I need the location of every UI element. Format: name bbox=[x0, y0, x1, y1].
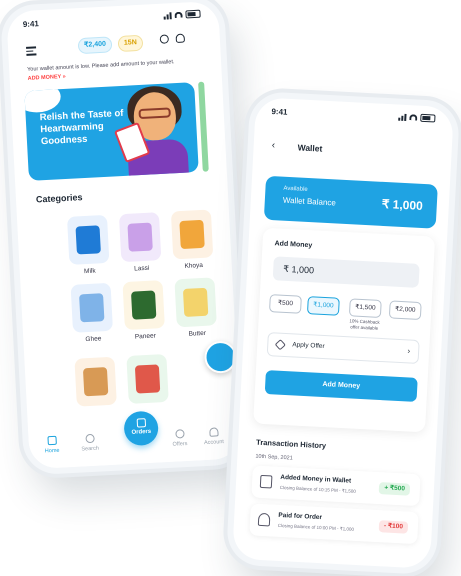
category-label: Khoya bbox=[184, 261, 204, 270]
bottom-navigation: Home Search Orders Offers Account bbox=[27, 410, 242, 470]
category-label: Milk bbox=[83, 267, 96, 276]
wallet-balance-pill[interactable]: ₹2,400 bbox=[77, 36, 113, 55]
order-user-icon bbox=[257, 512, 271, 527]
amount-chip-1000[interactable]: ₹1,000 bbox=[306, 296, 340, 316]
category-label: Lassi bbox=[134, 264, 150, 273]
nav-orders-label: Orders bbox=[131, 428, 152, 436]
signal-icon bbox=[398, 113, 407, 121]
ghee-product-image bbox=[79, 293, 105, 323]
category-ghee[interactable] bbox=[70, 282, 113, 333]
milk-product-image bbox=[75, 225, 101, 255]
amount-input[interactable]: ₹ 1,000 bbox=[272, 256, 420, 288]
status-bar: 9:41 bbox=[6, 1, 219, 34]
status-bar: 9:41 bbox=[255, 97, 454, 129]
offer-tag-icon bbox=[274, 339, 286, 351]
transaction-item[interactable]: Paid for Order Closing Balance of 10:00 … bbox=[249, 503, 419, 545]
wallet-balance-card: Available Wallet Balance ₹ 1,000 bbox=[263, 175, 438, 229]
wallet-add-icon bbox=[259, 474, 273, 489]
balance-amount: ₹ 1,000 bbox=[381, 196, 424, 213]
status-icons bbox=[398, 113, 436, 123]
wifi-icon bbox=[174, 11, 183, 19]
wallet-phone: 9:41 ‹ Wallet Available Wallet Balance ₹… bbox=[225, 90, 461, 576]
status-time: 9:41 bbox=[22, 19, 40, 29]
category-butter[interactable] bbox=[174, 277, 217, 328]
amount-chip-2000[interactable]: ₹2,000 bbox=[388, 300, 422, 321]
category-paneer[interactable] bbox=[122, 280, 165, 331]
transaction-title: Paid for Order bbox=[278, 511, 323, 522]
transaction-amount: + ₹500 bbox=[379, 482, 411, 496]
khoya-product-image bbox=[179, 219, 205, 250]
nav-search[interactable]: Search bbox=[74, 433, 105, 453]
paneer-product-image bbox=[130, 290, 157, 320]
category-label: Ghee bbox=[85, 335, 102, 344]
category-label: Paneer bbox=[134, 332, 156, 341]
page-title: Wallet bbox=[297, 142, 323, 154]
wifi-icon bbox=[409, 114, 418, 121]
transaction-amount: - ₹100 bbox=[378, 520, 409, 534]
add-money-button[interactable]: Add Money bbox=[264, 370, 418, 402]
orders-bag-icon bbox=[136, 418, 146, 428]
categories-title: Categories bbox=[35, 192, 83, 205]
milk-splash-decoration bbox=[24, 82, 62, 114]
nav-home[interactable]: Home bbox=[36, 435, 67, 455]
apply-offer-row[interactable]: Apply Offer › bbox=[266, 332, 420, 364]
nav-account-label: Account bbox=[203, 439, 225, 447]
nav-home-label: Home bbox=[44, 447, 60, 455]
transaction-subtitle: Closing Balance of 10:00 PM - ₹1,000 bbox=[277, 522, 355, 532]
headset-icon[interactable] bbox=[159, 34, 170, 44]
offers-icon bbox=[174, 429, 185, 439]
lassi-product-image bbox=[127, 222, 153, 252]
battery-icon bbox=[185, 9, 201, 19]
transaction-date: 10th Sep, 2021 bbox=[255, 453, 293, 462]
bell-icon[interactable] bbox=[175, 33, 186, 44]
signal-icon bbox=[163, 11, 172, 20]
back-arrow-icon[interactable]: ‹ bbox=[271, 140, 275, 151]
menu-icon[interactable] bbox=[26, 44, 37, 57]
apply-offer-label: Apply Offer bbox=[292, 341, 325, 351]
chevron-right-icon: › bbox=[407, 346, 411, 356]
home-screen: 9:41 ₹2,400 15N Your wallet amount is lo… bbox=[6, 0, 242, 470]
category-fruits[interactable] bbox=[126, 353, 169, 404]
mascot-glasses bbox=[138, 107, 171, 120]
home-phone: 9:41 ₹2,400 15N Your wallet amount is lo… bbox=[0, 0, 249, 476]
bread-product-image bbox=[82, 367, 109, 397]
category-bread[interactable] bbox=[74, 356, 117, 407]
low-balance-notice: Your wallet amount is low. Please add am… bbox=[27, 59, 175, 73]
transaction-subtitle: Closing Balance of 10:15 PM - ₹1,500 bbox=[279, 484, 357, 494]
promo-banner[interactable]: Relish the Taste of Heartwarming Goodnes… bbox=[24, 82, 199, 181]
coins-pill[interactable]: 15N bbox=[117, 34, 144, 53]
add-money-link[interactable]: ADD MONEY » bbox=[28, 74, 66, 82]
search-icon bbox=[84, 433, 95, 444]
nav-offers-label: Offers bbox=[172, 440, 188, 448]
transaction-title: Added Money in Wallet bbox=[280, 473, 352, 485]
nav-orders[interactable]: Orders bbox=[123, 410, 160, 447]
amount-chip-500[interactable]: ₹500 bbox=[268, 294, 302, 314]
category-khoya[interactable] bbox=[170, 209, 214, 260]
amount-chip-1500[interactable]: ₹1,500 bbox=[348, 298, 382, 318]
nav-offers[interactable]: Offers bbox=[164, 429, 195, 449]
next-banner-peek bbox=[198, 81, 209, 172]
category-label: Butter bbox=[188, 329, 207, 338]
nav-account[interactable]: Account bbox=[198, 427, 229, 447]
transaction-history-title: Transaction History bbox=[255, 437, 327, 451]
butter-product-image bbox=[182, 287, 209, 317]
category-lassi[interactable] bbox=[118, 212, 162, 263]
fruits-product-image bbox=[134, 364, 161, 394]
wallet-screen: 9:41 ‹ Wallet Available Wallet Balance ₹… bbox=[232, 97, 454, 569]
battery-icon bbox=[420, 113, 436, 123]
status-time: 9:41 bbox=[271, 106, 288, 117]
transaction-item[interactable]: Added Money in Wallet Closing Balance of… bbox=[251, 465, 421, 507]
status-icons bbox=[163, 9, 201, 20]
nav-search-label: Search bbox=[81, 445, 100, 453]
account-icon bbox=[208, 427, 219, 437]
add-money-card: Add Money ₹ 1,000 ₹500 ₹1,000 ₹1,500 ₹2,… bbox=[253, 227, 436, 433]
cashback-note: 10% Cashback offer available bbox=[349, 318, 380, 331]
balance-available-label: Available bbox=[283, 185, 308, 193]
category-milk[interactable] bbox=[66, 214, 110, 265]
home-icon bbox=[46, 435, 57, 446]
balance-label: Wallet Balance bbox=[282, 195, 337, 208]
cart-icon[interactable] bbox=[203, 340, 238, 374]
add-money-title: Add Money bbox=[274, 240, 313, 250]
